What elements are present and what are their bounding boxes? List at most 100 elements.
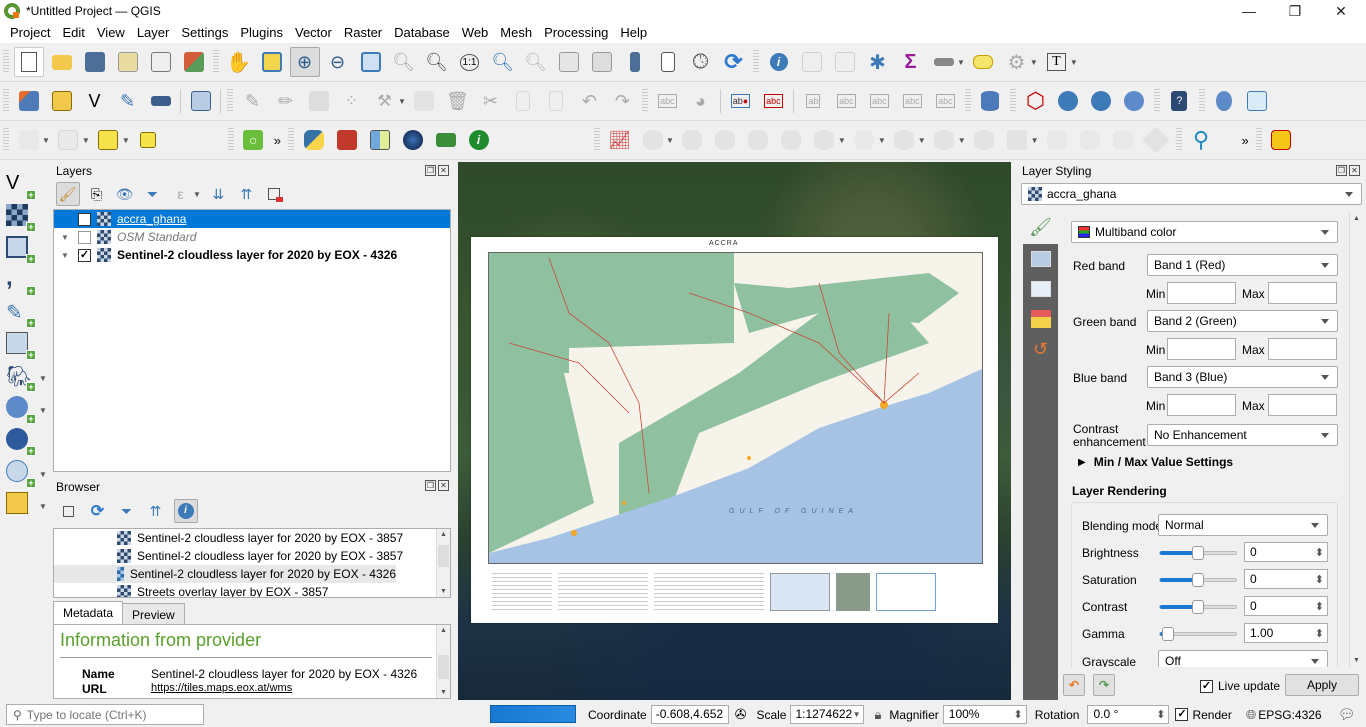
rotate-label-button[interactable]: abc — [897, 86, 927, 116]
add-wfs-layer-button[interactable]: + — [6, 428, 36, 456]
new-print-layout-button[interactable] — [113, 47, 143, 77]
close-panel-button[interactable]: ✕ — [1349, 165, 1360, 176]
enable-properties-button[interactable]: i — [173, 499, 198, 523]
remove-layer-button[interactable] — [263, 183, 285, 205]
toggle-editing-button[interactable]: ✏ — [271, 86, 301, 116]
menu-raster[interactable]: Raster — [338, 25, 388, 40]
blue-max-input[interactable] — [1268, 394, 1337, 416]
pin-labels-button[interactable]: ab — [798, 86, 828, 116]
more-tools-button[interactable]: » — [274, 133, 281, 148]
rotation-spinbox[interactable]: 0.0 ° — [1087, 705, 1170, 724]
layer-item-osm-standard[interactable]: ▼ OSM Standard — [54, 228, 450, 246]
new-3d-map-button[interactable] — [620, 47, 650, 77]
add-wms-layer-button[interactable] — [1053, 86, 1083, 116]
brightness-spinbox[interactable]: 0 — [1244, 542, 1328, 562]
open-layer-styling-button[interactable]: 🖌︎ — [55, 182, 80, 206]
blending-mode-select[interactable]: Normal — [1158, 514, 1328, 536]
modify-attributes-button[interactable] — [409, 86, 439, 116]
identify-features-button[interactable]: i — [764, 47, 794, 77]
redo-button[interactable]: ↷ — [607, 86, 637, 116]
layer-labeling-button[interactable]: ab● — [725, 86, 755, 116]
zoom-to-layer-button[interactable]: 🔍︎ — [422, 47, 452, 77]
red-band-select[interactable]: Band 1 (Red) — [1147, 254, 1338, 276]
tab-history[interactable]: ↺ — [1023, 334, 1058, 364]
undo-style-button[interactable]: ↶ — [1063, 674, 1085, 696]
expand-arrow-icon[interactable]: ▼ — [58, 233, 72, 242]
menu-mesh[interactable]: Mesh — [494, 25, 538, 40]
undo-button[interactable]: ↶ — [574, 86, 604, 116]
reshape-button[interactable] — [743, 125, 773, 155]
scale-combo[interactable]: 1:1274622 ▼ — [790, 705, 865, 724]
digitize-button[interactable]: ⁘ — [337, 86, 367, 116]
add-delimited-text-layer-button[interactable]: , + — [6, 266, 36, 296]
refresh-button[interactable]: ⟳ — [719, 47, 749, 77]
contrast-slider[interactable] — [1159, 600, 1237, 614]
statistical-summary-button[interactable]: Σ — [896, 47, 926, 77]
new-mesh-layer-button[interactable] — [186, 86, 216, 116]
georeferencer-button[interactable] — [1209, 86, 1239, 116]
tab-transparency[interactable] — [1023, 244, 1058, 274]
toolbar-grip[interactable] — [641, 89, 648, 113]
chevron-down-icon[interactable]: ▼ — [39, 502, 47, 511]
menu-help[interactable]: Help — [614, 25, 653, 40]
scroll-down-icon[interactable]: ▼ — [1353, 657, 1360, 664]
highlight-pinned-labels-button[interactable]: abc — [758, 86, 788, 116]
layer-visibility-checkbox[interactable] — [78, 230, 91, 244]
python-console-button[interactable] — [299, 125, 329, 155]
pan-to-selection-button[interactable] — [257, 47, 287, 77]
search-location-button[interactable]: ⚲ — [1186, 125, 1216, 155]
menu-layer[interactable]: Layer — [131, 25, 176, 40]
identify-plugin-button[interactable]: i — [464, 125, 494, 155]
contrast-enhancement-select[interactable]: No Enhancement — [1147, 424, 1338, 446]
toolbar-grip[interactable] — [3, 50, 9, 74]
tool-j-button[interactable] — [1042, 125, 1072, 155]
layer-visibility-checkbox[interactable]: ✓ — [78, 212, 91, 226]
toolbar-grip[interactable] — [1009, 89, 1016, 113]
tool-d-button[interactable] — [1075, 125, 1105, 155]
pan-map-button[interactable]: ✋ — [224, 47, 254, 77]
float-panel-button[interactable]: ❐ — [425, 165, 436, 176]
add-mesh-layer-button[interactable]: + — [6, 236, 36, 264]
qgis-help-button[interactable]: ? — [1164, 86, 1194, 116]
add-group-button[interactable]: ⎘ — [86, 183, 108, 205]
toolbar-grip[interactable] — [227, 89, 233, 113]
map-tips-button[interactable] — [968, 47, 998, 77]
locator-bar[interactable]: ⚲ — [6, 704, 204, 725]
zoom-out-button[interactable]: ⊖ — [323, 47, 353, 77]
new-shapefile-button[interactable]: V — [80, 86, 110, 116]
layer-item-accra-ghana[interactable]: ✓ accra_ghana — [54, 210, 450, 228]
toolbar-grip[interactable] — [753, 50, 759, 74]
attribute-table-button[interactable] — [797, 47, 827, 77]
run-action-button[interactable]: ⚙ — [1001, 47, 1031, 77]
slider-handle[interactable] — [1192, 600, 1204, 614]
measure-button[interactable] — [929, 47, 959, 77]
close-panel-button[interactable]: ✕ — [438, 165, 449, 176]
zoom-in-button[interactable]: ⊕ — [289, 47, 320, 77]
float-panel-button[interactable]: ❐ — [425, 480, 436, 491]
tab-preview[interactable]: Preview — [123, 603, 185, 626]
scroll-up-icon[interactable]: ▲ — [440, 627, 447, 634]
red-min-input[interactable] — [1167, 282, 1236, 304]
layout-manager-button[interactable] — [146, 47, 176, 77]
add-selected-layers-button[interactable] — [58, 500, 80, 522]
saturation-spinbox[interactable]: 0 — [1244, 569, 1328, 589]
advanced-digitize-2[interactable] — [677, 125, 707, 155]
advanced-digitize-1[interactable] — [638, 125, 668, 155]
menu-database[interactable]: Database — [388, 25, 456, 40]
collapse-all-browser-button[interactable]: ⇈ — [145, 500, 167, 522]
new-map-view-button[interactable] — [653, 47, 683, 77]
field-calculator-button[interactable] — [830, 47, 860, 77]
deselect-button[interactable] — [93, 125, 123, 155]
time-series-button[interactable]: 📈︎ — [605, 125, 635, 155]
redo-style-button[interactable]: ↷ — [1093, 674, 1115, 696]
accra-map-sheet[interactable]: ACCRA GULF OF GUINEA — [471, 237, 998, 623]
tool-rotate-button[interactable] — [1141, 125, 1171, 155]
new-scratch-layer-button[interactable]: ✎ — [113, 86, 143, 116]
diagram-options-button[interactable]: ◕ — [685, 86, 715, 116]
saturation-slider[interactable] — [1159, 573, 1237, 587]
move-label-button[interactable]: abc — [864, 86, 894, 116]
chevron-down-icon[interactable]: ▼ — [853, 706, 861, 723]
select-by-location-button[interactable] — [133, 125, 163, 155]
map-canvas[interactable]: ACCRA GULF OF GUINEA — [458, 162, 1011, 700]
locator-input[interactable] — [26, 707, 192, 722]
